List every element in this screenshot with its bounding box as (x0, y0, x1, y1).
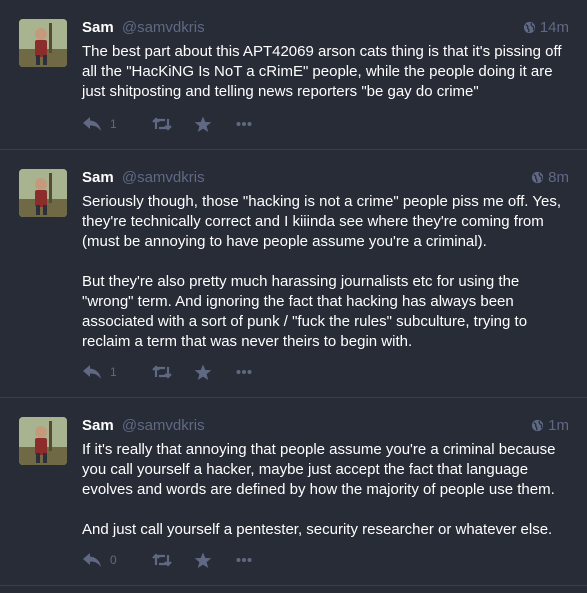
globe-icon (532, 419, 544, 432)
reply-count: 1 (110, 365, 117, 379)
status-paragraph: But they're also pretty much harassing j… (82, 273, 528, 350)
status-paragraph: And just call yourself a pentester, secu… (82, 521, 553, 538)
star-icon (194, 116, 212, 132)
reply-button[interactable]: 1 (82, 116, 152, 132)
display-name[interactable]: Sam (82, 417, 114, 434)
boost-icon (152, 553, 172, 567)
avatar[interactable] (19, 19, 67, 67)
timestamp[interactable]: 1m (531, 416, 569, 436)
status-content: The best part about this APT42069 arson … (82, 42, 569, 102)
reply-icon (83, 365, 101, 379)
display-name[interactable]: Sam (82, 19, 114, 36)
status-paragraph: Seriously though, those "hacking is not … (82, 193, 561, 250)
status-item[interactable]: Sam @samvdkris 8m Seriously though, thos… (0, 150, 587, 398)
favourite-button[interactable] (194, 552, 236, 569)
status-item[interactable]: Sam @samvdkris 1m If it's really that an… (0, 398, 587, 586)
status-content: Seriously though, those "hacking is not … (82, 192, 569, 352)
account-handle[interactable]: @samvdkris (122, 417, 205, 434)
boost-button[interactable] (152, 117, 194, 131)
more-button[interactable] (236, 557, 252, 563)
avatar[interactable] (19, 169, 67, 217)
ellipsis-icon (236, 370, 252, 374)
timestamp[interactable]: 8m (531, 168, 569, 188)
status-paragraph: If it's really that annoying that people… (82, 441, 556, 498)
reply-count: 1 (110, 117, 117, 131)
action-bar: 1 (82, 113, 252, 135)
timeline: Sam @samvdkris 14m The best part about t… (0, 0, 587, 593)
avatar[interactable] (19, 417, 67, 465)
display-name[interactable]: Sam (82, 169, 114, 186)
boost-button[interactable] (152, 365, 194, 379)
status-content: If it's really that annoying that people… (82, 440, 569, 540)
star-icon (194, 552, 212, 568)
status-item[interactable]: Sam @samvdkris 14m The best part about t… (0, 0, 587, 150)
timestamp[interactable]: 14m (523, 18, 569, 38)
globe-icon (523, 21, 535, 34)
action-bar: 0 (82, 549, 252, 571)
boost-icon (152, 365, 172, 379)
reply-icon (83, 553, 101, 567)
ellipsis-icon (236, 558, 252, 562)
account-handle[interactable]: @samvdkris (122, 19, 205, 36)
star-icon (194, 364, 212, 380)
account-handle[interactable]: @samvdkris (122, 169, 205, 186)
boost-icon (152, 117, 172, 131)
globe-icon (532, 171, 544, 184)
reply-icon (83, 117, 101, 131)
more-button[interactable] (236, 369, 252, 375)
reply-count: 0 (110, 553, 117, 567)
reply-button[interactable]: 1 (82, 364, 152, 380)
favourite-button[interactable] (194, 364, 236, 381)
status-paragraph: The best part about this APT42069 arson … (82, 43, 562, 100)
ellipsis-icon (236, 122, 252, 126)
favourite-button[interactable] (194, 116, 236, 133)
timestamp-label: 8m (548, 169, 569, 186)
timestamp-label: 1m (548, 417, 569, 434)
action-bar: 1 (82, 361, 252, 383)
reply-button[interactable]: 0 (82, 552, 152, 568)
boost-button[interactable] (152, 553, 194, 567)
timestamp-label: 14m (539, 19, 569, 36)
more-button[interactable] (236, 121, 252, 127)
